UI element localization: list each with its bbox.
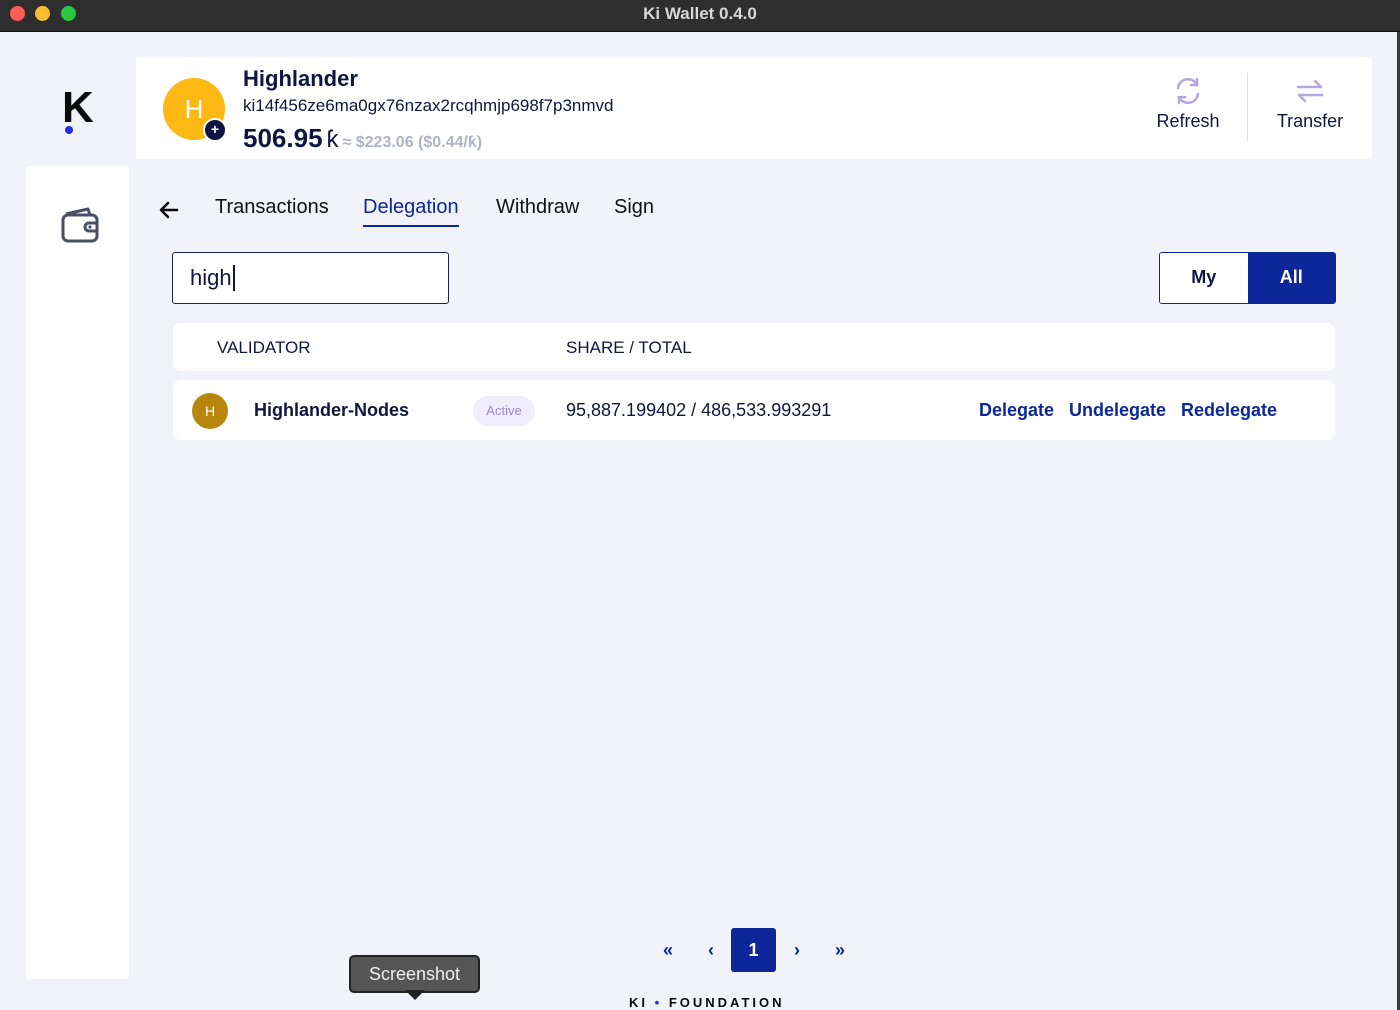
status-badge: Active	[473, 396, 535, 426]
footer-dot: •	[654, 995, 663, 1010]
pagination-current-page[interactable]: 1	[731, 928, 776, 972]
undelegate-button[interactable]: Undelegate	[1069, 400, 1166, 421]
filter-all-button[interactable]: All	[1247, 253, 1335, 303]
column-header-share-total: SHARE / TOTAL	[566, 338, 692, 357]
transfer-icon	[1295, 75, 1325, 107]
arrow-left-icon[interactable]	[156, 196, 184, 224]
window-title: Ki Wallet 0.4.0	[643, 4, 757, 23]
ki-logo-letter: K	[62, 83, 94, 132]
tooltip-arrow	[405, 990, 425, 1000]
account-header: H + Highlander ki14f456ze6ma0gx76nzax2rc…	[136, 57, 1372, 159]
account-name: Highlander	[243, 66, 358, 91]
balance-unit: ƙ	[326, 126, 339, 153]
balance-amount: 506.95	[243, 123, 323, 153]
balance-usd: ≈ $223.06 ($0.44/ƙ)	[342, 134, 483, 151]
ki-logo-dot	[65, 126, 73, 134]
footer-left: KI	[629, 995, 648, 1010]
redelegate-button[interactable]: Redelegate	[1181, 400, 1277, 421]
validator-name: Highlander-Nodes	[254, 400, 410, 420]
tab-sign[interactable]: Sign	[614, 196, 654, 225]
account-address: ki14f456ze6ma0gx76nzax2rcqhmjp698f7p3nmv…	[243, 96, 614, 115]
wallet-icon[interactable]	[60, 206, 100, 244]
pagination-next-button[interactable]: ›	[784, 928, 810, 972]
sidebar	[26, 166, 129, 979]
validator-search-input[interactable]	[172, 252, 449, 304]
window-titlebar: Ki Wallet 0.4.0	[0, 0, 1400, 32]
header-divider	[1247, 73, 1248, 141]
ki-logo[interactable]: K	[62, 86, 102, 136]
validator-avatar: H	[192, 393, 228, 429]
account-balance: 506.95 ƙ ≈ $223.06 ($0.44/ƙ)	[243, 123, 482, 154]
table-header: VALIDATOR SHARE / TOTAL	[173, 323, 1335, 371]
pagination-first-button[interactable]: «	[655, 928, 681, 972]
screenshot-tooltip: Screenshot	[349, 955, 480, 993]
footer-right: FOUNDATION	[668, 995, 785, 1010]
tab-transactions[interactable]: Transactions	[215, 196, 329, 225]
ki-foundation-footer: KI • FOUNDATION	[629, 995, 785, 1010]
column-header-validator: VALIDATOR	[217, 338, 311, 357]
pagination-last-button[interactable]: »	[827, 928, 853, 972]
text-caret	[233, 265, 235, 291]
tab-delegation[interactable]: Delegation	[363, 196, 459, 227]
validator-filter-toggle: My All	[1159, 252, 1336, 304]
pagination-prev-button[interactable]: ‹	[698, 928, 724, 972]
refresh-button[interactable]: Refresh	[1142, 75, 1234, 132]
filter-my-button[interactable]: My	[1160, 253, 1248, 303]
table-row: H Highlander-Nodes Active 95,887.199402 …	[173, 380, 1335, 440]
add-account-icon[interactable]: +	[203, 118, 227, 142]
transfer-button[interactable]: Transfer	[1264, 75, 1356, 132]
refresh-icon	[1173, 75, 1203, 107]
refresh-label: Refresh	[1156, 111, 1220, 131]
delegate-button[interactable]: Delegate	[979, 400, 1054, 421]
tab-withdraw[interactable]: Withdraw	[496, 196, 579, 225]
transfer-label: Transfer	[1276, 111, 1344, 131]
validator-share-total: 95,887.199402 / 486,533.993291	[566, 400, 832, 420]
